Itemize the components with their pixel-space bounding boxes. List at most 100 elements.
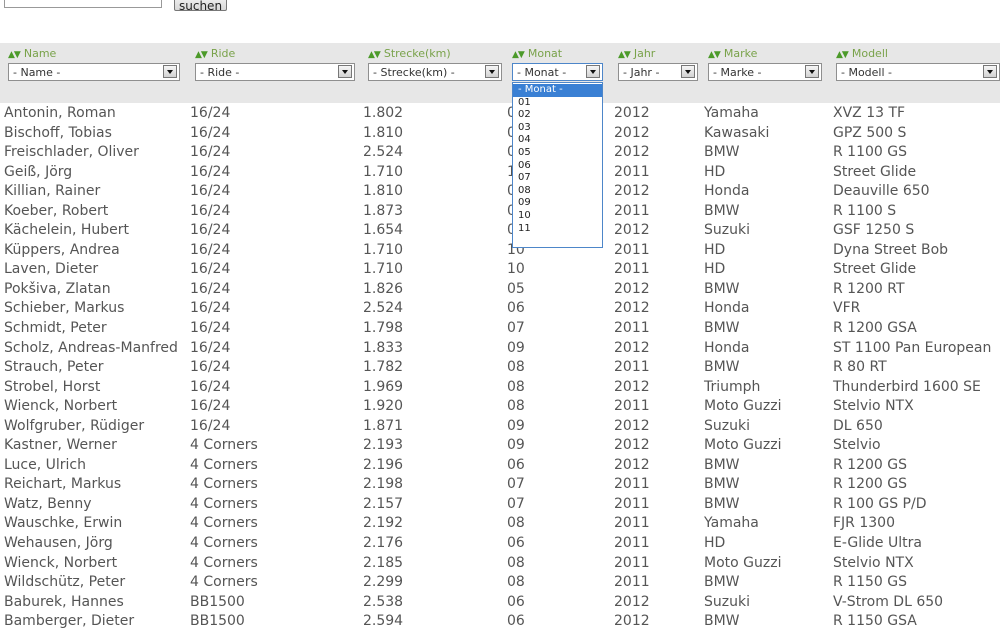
cell-ride: 4 Corners (190, 574, 258, 591)
cell-strecke: 1.710 (363, 241, 404, 258)
cell-marke: Kawasaki (704, 124, 770, 141)
dropdown-option[interactable]: - Monat - (513, 84, 602, 97)
cell-strecke: 1.833 (363, 339, 404, 356)
filter-select-strecke[interactable]: - Strecke(km) - (368, 63, 502, 81)
cell-ride: 16/24 (190, 339, 231, 356)
filter-select-marke[interactable]: - Marke - (708, 63, 822, 81)
cell-strecke: 2.185 (363, 554, 404, 571)
column-header-marke[interactable]: ▲▼ Marke (708, 47, 757, 60)
sort-arrows-icon[interactable]: ▲▼ (195, 50, 208, 60)
column-header-monat[interactable]: ▲▼ Monat (512, 47, 562, 60)
cell-modell: GSF 1250 S (833, 222, 915, 239)
dropdown-option[interactable]: 09 (513, 197, 602, 210)
cell-name: Antonin, Roman (4, 105, 116, 121)
cell-modell: Street Glide (833, 261, 917, 278)
dropdown-option[interactable]: 04 (513, 134, 602, 147)
cell-name: Koeber, Robert (4, 202, 109, 219)
table-row: Bischoff, Tobias16/241.81002012KawasakiG… (0, 124, 1000, 144)
filter-select-jahr[interactable]: - Jahr - (618, 63, 698, 81)
filter-select-name[interactable]: - Name - (8, 63, 180, 81)
column-header-modell[interactable]: ▲▼ Modell (836, 47, 888, 60)
search-input[interactable] (4, 0, 162, 8)
cell-marke: BMW (704, 144, 740, 161)
chevron-down-icon[interactable] (983, 65, 997, 78)
cell-name: Wolfgruber, Rüdiger (4, 417, 145, 434)
cell-marke: Moto Guzzi (704, 554, 782, 571)
cell-monat: 08 (507, 515, 525, 532)
cell-monat: 10 (507, 261, 525, 278)
cell-monat: 07 (507, 320, 525, 337)
cell-marke: Suzuki (704, 222, 750, 239)
sort-arrows-icon[interactable]: ▲▼ (368, 50, 381, 60)
search-button[interactable]: suchen (174, 0, 228, 11)
cell-modell: ST 1100 Pan European (833, 339, 992, 356)
cell-marke: BMW (704, 359, 740, 376)
sort-arrows-icon[interactable]: ▲▼ (708, 50, 721, 60)
cell-modell: Dyna Street Bob (833, 241, 949, 258)
dropdown-option[interactable]: 08 (513, 185, 602, 198)
cell-strecke: 1.826 (363, 280, 404, 297)
dropdown-option[interactable]: 06 (513, 160, 602, 173)
cell-name: Laven, Dieter (4, 261, 99, 278)
cell-monat: 08 (507, 398, 525, 415)
dropdown-option[interactable]: 11 (513, 223, 602, 236)
table-row: Wehausen, Jörg 4 Corners 2.176 06 2011 HD E-Gl… (0, 534, 1000, 554)
cell-name: Wienck, Norbert (4, 554, 118, 571)
sort-arrows-icon[interactable]: ▲▼ (618, 50, 631, 60)
cell-jahr: 2012 (614, 339, 650, 356)
filter-select-monat[interactable]: - Monat - (512, 63, 603, 81)
sort-arrows-icon[interactable]: ▲▼ (512, 50, 525, 60)
table-row: Bamberger, Dieter BB1500 2.594 06 2012 BMW R 1… (0, 612, 1000, 632)
column-header-name[interactable]: ▲▼ Name (8, 47, 56, 60)
cell-name: Wienck, Norbert (4, 398, 118, 415)
dropdown-option[interactable]: 03 (513, 122, 602, 135)
column-header-ride[interactable]: ▲▼ Ride (195, 47, 235, 60)
cell-strecke: 2.157 (363, 495, 404, 512)
dropdown-option[interactable]: 01 (513, 97, 602, 110)
cell-strecke: 1.969 (363, 378, 404, 395)
cell-ride: 16/24 (190, 300, 231, 317)
cell-monat: 07 (507, 476, 525, 493)
chevron-down-icon[interactable] (805, 65, 819, 78)
filter-select-modell[interactable]: - Modell - (836, 63, 1000, 81)
chevron-down-icon[interactable] (586, 65, 600, 78)
chevron-down-icon[interactable] (163, 65, 177, 78)
table-row: Wolfgruber, Rüdiger 16/24 1.871 09 2012 Suzuk… (0, 417, 1000, 437)
table-row: Wildschütz, Peter 4 Corners 2.299 08 2011 BMW… (0, 573, 1000, 593)
cell-ride: 4 Corners (190, 476, 258, 493)
chevron-down-icon[interactable] (485, 65, 499, 78)
sort-arrows-icon[interactable]: ▲▼ (836, 50, 849, 60)
cell-name: Luce, Ulrich (4, 456, 86, 473)
cell-marke: HD (704, 163, 726, 180)
sort-arrows-icon[interactable]: ▲▼ (8, 50, 21, 60)
cell-ride: 16/24 (190, 222, 231, 239)
cell-jahr: 2012 (614, 183, 650, 200)
monat-dropdown-list[interactable]: - Monat -01 02 03 04 05 06 07 08 09 10 11 (512, 82, 603, 248)
cell-ride: 4 Corners (190, 535, 258, 552)
table-row: Kächelein, Hubert16/241.65402012SuzukiGS… (0, 221, 1000, 241)
dropdown-option[interactable]: 02 (513, 109, 602, 122)
cell-strecke: 2.524 (363, 144, 404, 161)
cell-monat: 08 (507, 359, 525, 376)
filter-select-ride[interactable]: - Ride - (195, 63, 355, 81)
dropdown-option[interactable]: 10 (513, 210, 602, 223)
cell-ride: 4 Corners (190, 515, 258, 532)
cell-jahr: 2012 (614, 437, 650, 454)
table-row: Reichart, Markus 4 Corners 2.198 07 2011 BMW R… (0, 475, 1000, 495)
cell-modell: Thunderbird 1600 SE (833, 378, 981, 395)
table-row: Koeber, Robert16/241.87302011BMWR 1100 S (0, 202, 1000, 222)
cell-name: Küppers, Andrea (4, 241, 120, 258)
column-header-strecke[interactable]: ▲▼ Strecke(km) (368, 47, 451, 60)
cell-strecke: 1.810 (363, 124, 404, 141)
dropdown-option[interactable]: 07 (513, 172, 602, 185)
cell-name: Reichart, Markus (4, 476, 122, 493)
cell-modell: R 1200 GSA (833, 320, 917, 337)
cell-modell: R 1200 GS (833, 456, 907, 473)
cell-modell: R 1200 GS (833, 476, 907, 493)
cell-name: Strauch, Peter (4, 359, 104, 376)
column-header-jahr[interactable]: ▲▼ Jahr (618, 47, 655, 60)
chevron-down-icon[interactable] (681, 65, 695, 78)
cell-modell: Street Glide (833, 163, 917, 180)
chevron-down-icon[interactable] (338, 65, 352, 78)
dropdown-option[interactable]: 05 (513, 147, 602, 160)
